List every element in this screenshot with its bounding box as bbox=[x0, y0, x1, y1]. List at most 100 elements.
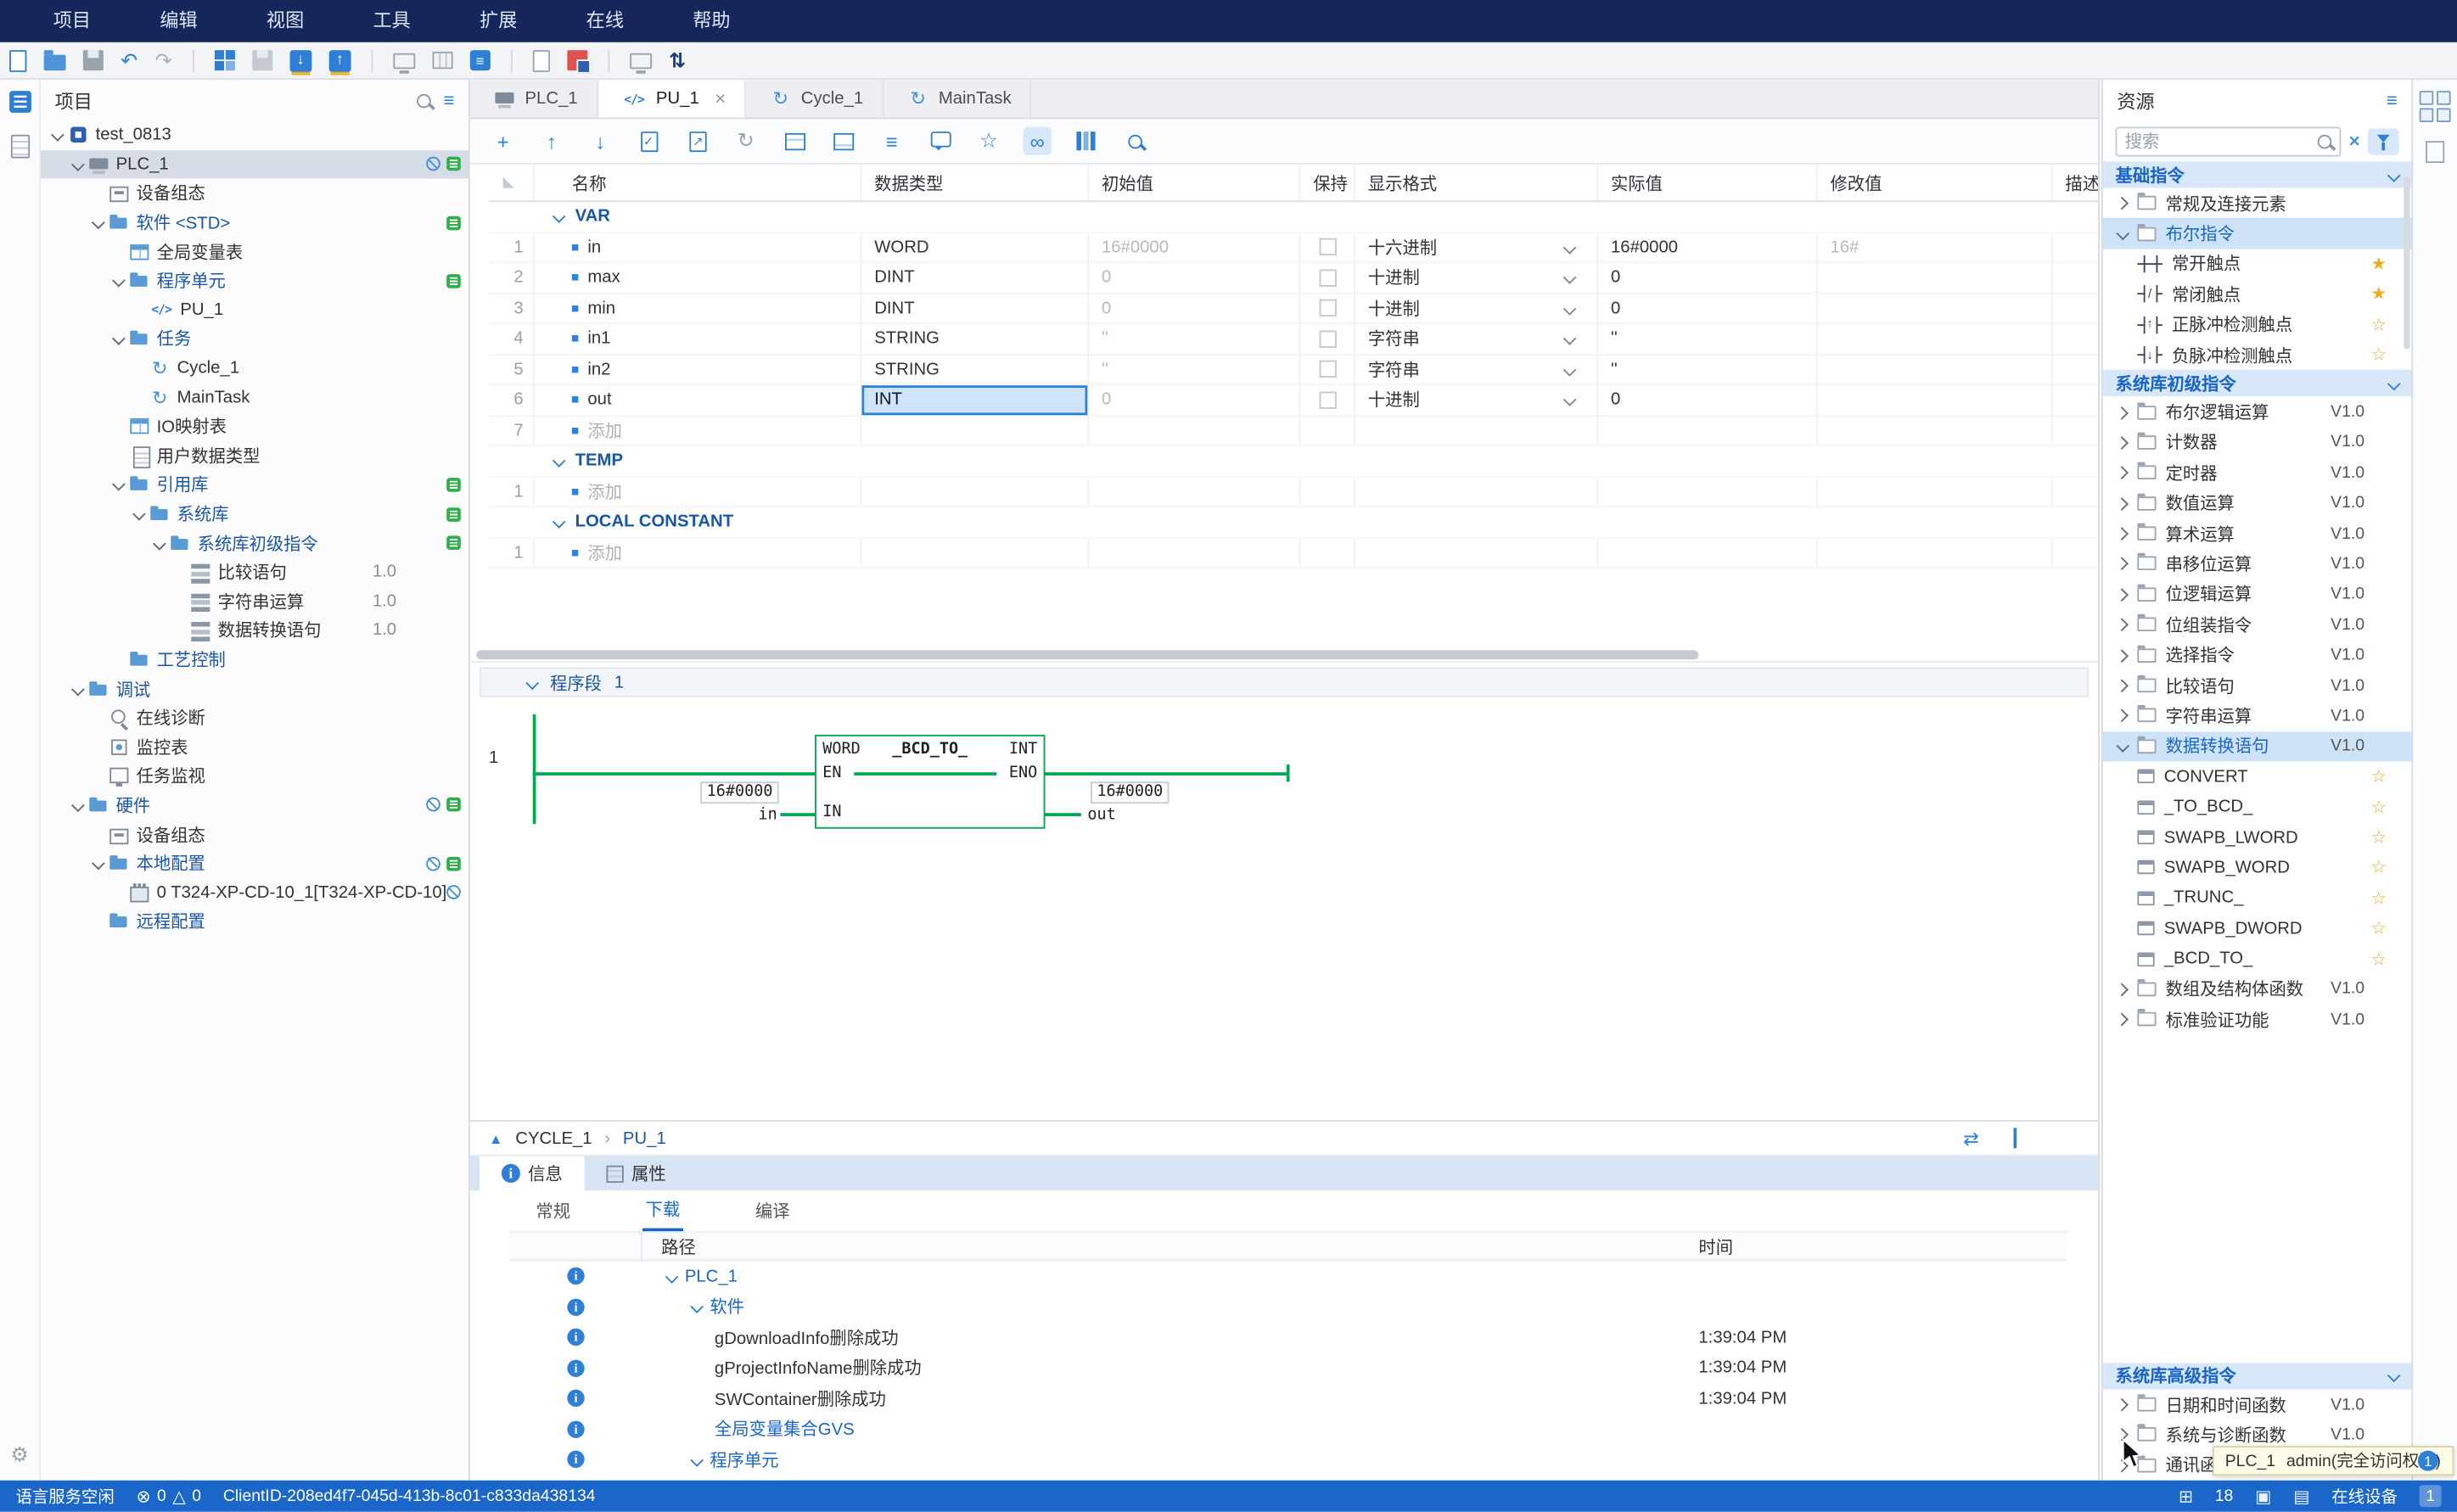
var-format-cell[interactable]: 十进制 bbox=[1355, 385, 1598, 414]
log-text[interactable]: 全局变量集合GVS bbox=[715, 1417, 855, 1442]
doc-tab[interactable]: PLC_1 bbox=[470, 80, 598, 117]
row-number[interactable]: 4 bbox=[489, 324, 535, 353]
tree-item[interactable]: 调试 bbox=[41, 674, 468, 703]
grid-icon[interactable]: ⊞ bbox=[2179, 1486, 2193, 1506]
resource-instruction-item[interactable]: _TO_BCD_☆ bbox=[2103, 792, 2412, 822]
log-row[interactable]: i软件 bbox=[509, 1291, 2067, 1322]
resource-section-header[interactable]: 基础指令 bbox=[2103, 161, 2412, 188]
expander-icon[interactable] bbox=[2116, 227, 2129, 240]
var-retain-cell[interactable] bbox=[1300, 232, 1355, 261]
row-number[interactable]: 1 bbox=[489, 232, 535, 261]
log-row[interactable]: iPLC_1 bbox=[509, 1261, 2067, 1291]
menu-item[interactable]: 视图 bbox=[232, 0, 339, 42]
row-number[interactable]: 5 bbox=[489, 355, 535, 384]
var-modify-cell[interactable]: 16# bbox=[1818, 232, 2053, 261]
link-monitor-icon[interactable]: ∞ bbox=[1024, 127, 1052, 155]
resource-instruction-item[interactable]: ↑正脉冲检测触点☆ bbox=[2103, 310, 2412, 340]
tree-item[interactable]: ↻Cycle_1 bbox=[41, 354, 468, 383]
tree-item[interactable]: 远程配置 bbox=[41, 907, 468, 936]
favorite-star-icon[interactable]: ☆ bbox=[2371, 949, 2387, 969]
expander-icon[interactable] bbox=[132, 507, 144, 520]
var-name-cell[interactable]: max bbox=[535, 263, 862, 292]
resource-group-item[interactable]: 日期和时间函数V1.0 bbox=[2103, 1389, 2412, 1420]
var-retain-cell[interactable] bbox=[1300, 324, 1355, 353]
expander-icon[interactable] bbox=[2116, 740, 2129, 753]
resource-group-item[interactable]: 数组及结构体函数V1.0 bbox=[2103, 974, 2412, 1005]
expander-icon[interactable] bbox=[2116, 436, 2129, 449]
var-modify-cell[interactable] bbox=[1818, 355, 2053, 384]
tab-properties[interactable]: 属性 bbox=[585, 1156, 688, 1191]
var-format-cell[interactable]: 字符串 bbox=[1355, 324, 1598, 353]
clear-search-icon[interactable]: × bbox=[2349, 130, 2360, 152]
var-name-cell[interactable]: in2 bbox=[535, 355, 862, 384]
var-actual-cell[interactable]: 16#0000 bbox=[1598, 232, 1817, 261]
var-name-cell[interactable]: in1 bbox=[535, 324, 862, 353]
library-icon[interactable] bbox=[215, 50, 235, 70]
var-row[interactable]: 4in1STRING''字符串'' bbox=[489, 324, 2098, 355]
menu-item[interactable]: 帮助 bbox=[659, 0, 766, 42]
menu-item[interactable]: 项目 bbox=[19, 0, 126, 42]
log-text[interactable]: PLC_1 bbox=[685, 1267, 738, 1285]
var-name-cell[interactable]: min bbox=[535, 294, 862, 322]
var-type-cell[interactable]: INT bbox=[861, 385, 1089, 414]
favorite-star-icon[interactable]: ☆ bbox=[2371, 797, 2387, 817]
collapse-icon[interactable] bbox=[2387, 378, 2399, 390]
output-monitor-value[interactable]: 16#0000 bbox=[1091, 781, 1170, 804]
retain-checkbox[interactable] bbox=[1319, 300, 1336, 316]
resource-group-item[interactable]: 定时器V1.0 bbox=[2103, 457, 2412, 488]
input-variable[interactable]: in bbox=[715, 807, 777, 824]
expander-icon[interactable] bbox=[552, 210, 564, 223]
var-init-cell[interactable]: 16#0000 bbox=[1089, 232, 1300, 261]
var-row[interactable]: 1添加 bbox=[489, 538, 2098, 568]
resource-group-item[interactable]: 位逻辑运算V1.0 bbox=[2103, 580, 2412, 610]
var-row[interactable]: 6outINT0十进制0 bbox=[489, 385, 2098, 416]
search-icon[interactable] bbox=[2318, 134, 2332, 148]
expander-icon[interactable] bbox=[70, 158, 83, 171]
expander-icon[interactable] bbox=[91, 857, 104, 870]
expander-icon[interactable] bbox=[689, 1301, 702, 1313]
subtab-general[interactable]: 常规 bbox=[533, 1192, 574, 1229]
tree-item[interactable]: 设备组态 bbox=[41, 820, 468, 848]
corner-cell[interactable] bbox=[489, 165, 535, 200]
tab-info[interactable]: i 信息 bbox=[480, 1156, 585, 1191]
var-row[interactable]: 1添加 bbox=[489, 477, 2098, 507]
layout-icon[interactable] bbox=[2437, 108, 2451, 122]
dropdown-icon[interactable] bbox=[1562, 302, 1575, 315]
resource-instruction-item[interactable]: 常开触点★ bbox=[2103, 249, 2412, 279]
resource-group-item[interactable]: 布尔指令 bbox=[2103, 218, 2412, 249]
favorite-star-icon[interactable]: ☆ bbox=[2371, 918, 2387, 938]
resource-section-header[interactable]: 系统库初级指令 bbox=[2103, 370, 2412, 396]
var-name-cell[interactable]: in bbox=[535, 232, 862, 261]
row-number[interactable]: 2 bbox=[489, 263, 535, 292]
var-format-cell[interactable]: 字符串 bbox=[1355, 355, 1598, 384]
var-format-cell[interactable]: 十进制 bbox=[1355, 294, 1598, 322]
resource-options-icon[interactable]: ≡ bbox=[2387, 91, 2398, 109]
resource-group-item[interactable]: 常规及连接元素 bbox=[2103, 188, 2412, 219]
expander-icon[interactable] bbox=[552, 455, 564, 468]
list-view-icon[interactable]: ≡ bbox=[878, 127, 906, 155]
new-project-icon[interactable] bbox=[9, 49, 26, 71]
splitter-handle[interactable] bbox=[2013, 1128, 2017, 1148]
problem-counts[interactable]: ⊗ 0 △ 0 bbox=[137, 1486, 201, 1506]
var-type-cell[interactable]: WORD bbox=[861, 232, 1089, 261]
var-row[interactable]: 5in2STRING''字符串'' bbox=[489, 355, 2098, 385]
tree-item[interactable]: test_0813 bbox=[41, 120, 468, 149]
var-format-cell[interactable]: 十进制 bbox=[1355, 263, 1598, 292]
resource-group-item[interactable]: 标准验证功能V1.0 bbox=[2103, 1005, 2412, 1035]
resource-instruction-item[interactable]: SWAPB_WORD☆ bbox=[2103, 853, 2412, 883]
var-retain-cell[interactable] bbox=[1300, 355, 1355, 384]
doc-tab[interactable]: </>PU_1× bbox=[598, 80, 747, 117]
document-icon[interactable] bbox=[2426, 141, 2444, 163]
resource-instruction-item[interactable]: CONVERT☆ bbox=[2103, 761, 2412, 792]
log-text[interactable]: 程序单元 bbox=[710, 1448, 778, 1473]
collapse-network-icon[interactable] bbox=[525, 676, 538, 689]
settings-gear-icon[interactable]: ⚙ bbox=[10, 1444, 29, 1464]
tree-item[interactable]: 任务监视 bbox=[41, 761, 468, 790]
resource-group-item[interactable]: 布尔逻辑运算V1.0 bbox=[2103, 397, 2412, 428]
var-retain-cell[interactable] bbox=[1300, 294, 1355, 322]
tree-item[interactable]: 数据转换语句1.0 bbox=[41, 616, 468, 645]
resource-group-item[interactable]: 选择指令V1.0 bbox=[2103, 640, 2412, 670]
tree-item[interactable]: 设备组态 bbox=[41, 179, 468, 208]
tree-item[interactable]: </>PU_1 bbox=[41, 295, 468, 324]
resource-instruction-item[interactable]: _BCD_TO_☆ bbox=[2103, 944, 2412, 974]
